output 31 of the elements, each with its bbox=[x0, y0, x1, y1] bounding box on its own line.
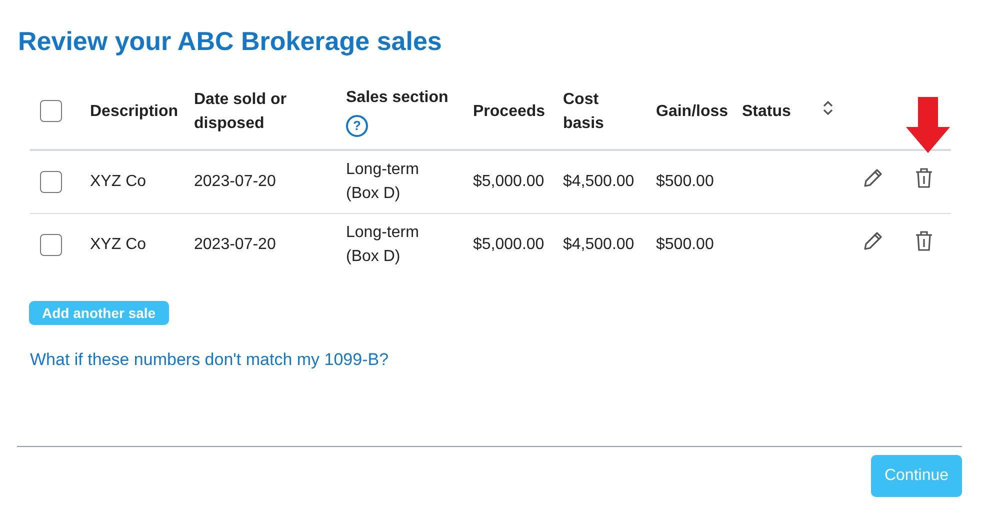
column-header: Description bbox=[90, 102, 178, 122]
delete-icon[interactable] bbox=[914, 230, 934, 252]
table-cell-text: XYZ Co bbox=[90, 172, 146, 192]
table-cell-text: $5,000.00 bbox=[473, 235, 544, 255]
help-link[interactable]: What if these numbers don't match my 1099-B? bbox=[30, 350, 389, 370]
sort-icon[interactable] bbox=[822, 98, 834, 116]
page-title: Review your ABC Brokerage sales bbox=[18, 25, 443, 58]
column-header: Cost basis bbox=[563, 90, 605, 134]
edit-icon[interactable] bbox=[862, 230, 884, 252]
table-cell-text: Long-term (Box D) bbox=[346, 160, 420, 204]
table-cell-text: $500.00 bbox=[656, 235, 714, 255]
table-cell-text: $500.00 bbox=[656, 172, 714, 192]
column-header: Status bbox=[742, 102, 791, 122]
column-header: Proceeds bbox=[473, 102, 546, 122]
row-checkbox[interactable] bbox=[40, 170, 62, 193]
row-checkbox[interactable] bbox=[40, 234, 62, 256]
table-cell-text: Long-term (Box D) bbox=[346, 223, 420, 267]
column-header: Gain/loss bbox=[656, 102, 728, 122]
delete-icon[interactable] bbox=[914, 167, 934, 189]
column-header: Sales section bbox=[346, 88, 448, 108]
help-icon[interactable]: ? bbox=[346, 115, 368, 137]
column-header: Date sold or disposed bbox=[194, 90, 288, 134]
annotation-arrow bbox=[906, 97, 950, 153]
table-cell-text: XYZ Co bbox=[90, 235, 146, 255]
table-cell-text: 2023-07-20 bbox=[194, 235, 276, 255]
table-cell-text: $4,500.00 bbox=[563, 172, 634, 192]
table-cell-text: $5,000.00 bbox=[473, 172, 544, 192]
select-all-checkbox[interactable] bbox=[40, 100, 62, 122]
table-cell-text: 2023-07-20 bbox=[194, 172, 276, 192]
edit-icon[interactable] bbox=[862, 167, 884, 189]
table-cell-text: $4,500.00 bbox=[563, 235, 634, 255]
